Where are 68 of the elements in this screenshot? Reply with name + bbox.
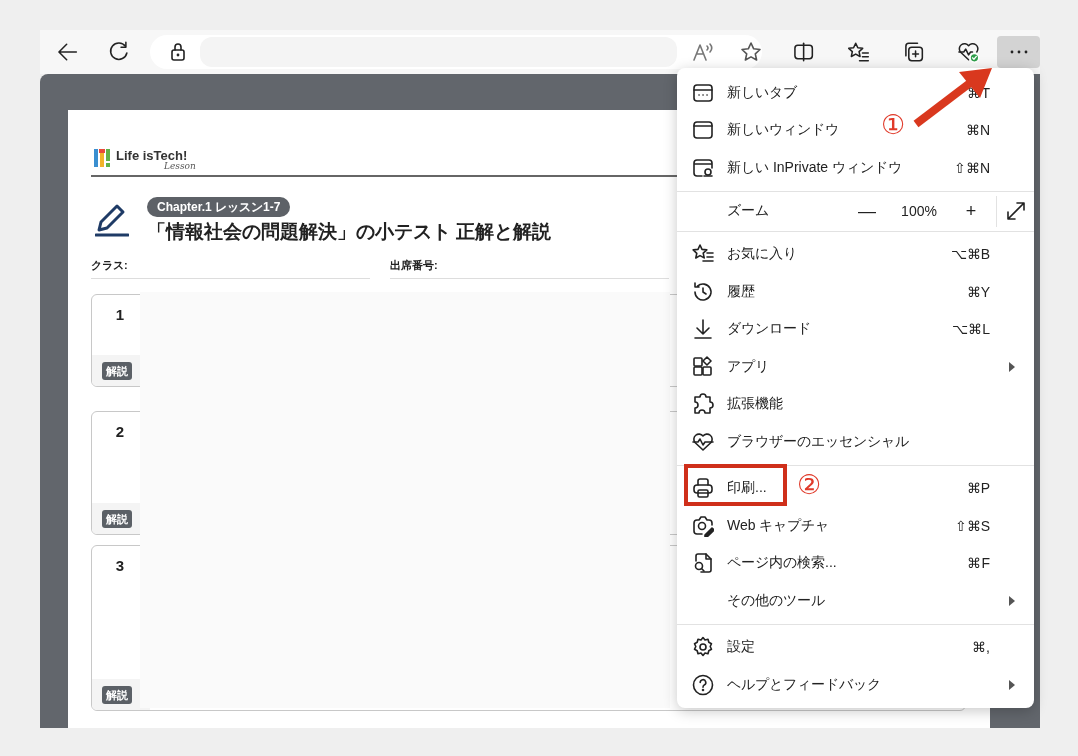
printer-icon [692, 477, 714, 500]
shortcut-text: ⌥⌘L [952, 321, 990, 338]
shortcut-text: ⇧⌘N [953, 159, 990, 176]
star-icon[interactable] [739, 41, 762, 63]
menu-item[interactable]: ダウンロード [727, 320, 811, 339]
menu-item[interactable]: アプリ [727, 357, 769, 376]
read-aloud-icon[interactable] [691, 42, 714, 62]
shortcut-text: ⌘N [965, 122, 990, 139]
question-number: 3 [114, 557, 126, 575]
pencil-icon [95, 203, 129, 237]
history-icon [692, 280, 714, 303]
step-number: ① [881, 110, 906, 140]
split-screen-icon[interactable] [792, 42, 814, 62]
help-icon [692, 673, 714, 696]
zoom-out-button[interactable]: — [855, 200, 879, 222]
menu-item[interactable]: 新しいウィンドウ [727, 121, 839, 140]
zoom-label: ズーム [727, 202, 770, 220]
back-icon[interactable] [57, 42, 79, 62]
new-tab-icon [692, 81, 714, 104]
collections-icon[interactable] [903, 41, 925, 63]
menu-item[interactable]: ページ内の検索... [727, 554, 837, 573]
shortcut-text: ⌥⌘B [950, 246, 990, 263]
question-number: 1 [114, 306, 126, 324]
chapter-badge: Chapter.1 レッスン1-7 [147, 197, 291, 217]
fullscreen-icon[interactable] [1005, 201, 1026, 221]
field-label: クラス: [91, 257, 370, 279]
favorites-icon[interactable] [846, 41, 870, 63]
menu-item[interactable]: 設定 [727, 638, 755, 657]
menu-item[interactable]: 新しい InPrivate ウィンドウ [727, 158, 903, 177]
page-title: 「情報社会の問題解決」の小テスト 正解と解説 [147, 220, 552, 244]
lock-icon [169, 43, 186, 61]
page-search-icon [692, 552, 714, 575]
menu-item[interactable]: その他のツール [727, 591, 825, 610]
explanation-badge: 解説 [102, 361, 132, 380]
camera-pen-icon [692, 514, 714, 537]
menu-item[interactable]: Web キャプチャ [727, 516, 830, 535]
menu-item[interactable]: 拡張機能 [727, 395, 783, 414]
settings-icon [692, 636, 714, 659]
step-number: ② [797, 470, 822, 500]
logo-subtext: Lesson [164, 161, 196, 171]
shortcut-text: ⇧⌘S [954, 517, 990, 534]
more-icon [1009, 50, 1028, 54]
shortcut-text: ⌘, [972, 639, 990, 656]
shortcut-text: ⌘P [966, 480, 990, 497]
explanation-badge: 解説 [102, 509, 132, 528]
menu-item[interactable]: ヘルプとフィードバック [727, 675, 881, 694]
reload-icon[interactable] [108, 41, 130, 63]
menu-item[interactable]: お気に入り [727, 245, 797, 264]
logo-text: Life isTech! [116, 149, 188, 163]
heart-check-icon[interactable] [957, 41, 981, 63]
window-icon [692, 119, 714, 142]
menu-item[interactable]: 新しいタブ [727, 83, 797, 102]
explanation-badge: 解説 [102, 685, 132, 704]
apps-icon [692, 355, 714, 378]
zoom-value: 100% [900, 203, 938, 219]
download-icon [692, 318, 714, 341]
heart-pulse-icon [692, 430, 714, 453]
shortcut-text: ⌘Y [966, 283, 990, 300]
zoom-in-button[interactable]: + [959, 200, 983, 222]
question-number: 2 [114, 423, 126, 441]
shortcut-text: ⌘F [967, 555, 990, 572]
menu-item[interactable]: 印刷... [727, 479, 767, 498]
menu-item[interactable]: ブラウザーのエッセンシャル [727, 432, 909, 451]
field-label: 出席番号: [390, 257, 669, 279]
logo-icon [93, 147, 111, 169]
private-window-icon [692, 156, 714, 179]
puzzle-icon [692, 393, 714, 416]
menu-item[interactable]: 履歴 [727, 282, 755, 301]
